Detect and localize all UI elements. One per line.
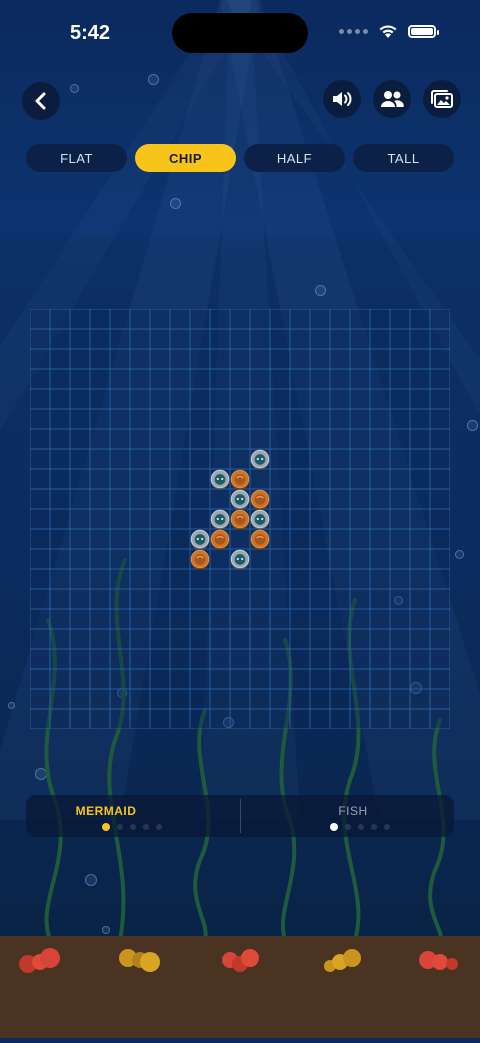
coral-decoration — [19, 948, 458, 973]
bubble-decoration — [35, 768, 47, 780]
game-board[interactable] — [30, 309, 450, 729]
progress-pip — [156, 824, 162, 830]
player-scoreboard: MERMAID FISH — [26, 795, 454, 837]
fish-piece[interactable] — [210, 469, 230, 490]
tab-tall[interactable]: TALL — [353, 144, 454, 172]
progress-pip — [143, 824, 149, 830]
progress-pip — [330, 823, 338, 831]
bubble-decoration — [170, 198, 181, 209]
tab-half[interactable]: HALF — [244, 144, 345, 172]
progress-pip — [117, 824, 123, 830]
bubble-decoration — [102, 926, 110, 934]
progress-pip — [345, 824, 351, 830]
bubble-decoration — [70, 84, 79, 93]
dynamic-island — [172, 13, 308, 53]
tab-flat[interactable]: FLAT — [26, 144, 127, 172]
mermaid-progress-pips — [102, 823, 162, 831]
back-button[interactable] — [22, 82, 60, 120]
fish-piece[interactable] — [250, 509, 270, 530]
progress-pip — [384, 824, 390, 830]
seabed — [0, 936, 480, 1038]
fish-progress-pips — [330, 823, 390, 831]
wifi-icon — [379, 25, 397, 38]
people-icon — [381, 91, 404, 107]
gallery-button[interactable] — [423, 80, 461, 118]
bubble-decoration — [455, 550, 464, 559]
mermaid-piece[interactable] — [230, 509, 250, 530]
player-name-fish: FISH — [338, 804, 368, 818]
battery-icon — [408, 25, 439, 38]
status-bar: 5:42 — [0, 0, 480, 64]
status-icons — [339, 24, 439, 39]
player-fish: FISH — [240, 795, 454, 837]
speaker-icon — [333, 92, 352, 106]
tab-chip[interactable]: CHIP — [135, 144, 236, 172]
status-time: 5:42 — [70, 22, 111, 44]
bubble-decoration — [315, 285, 326, 296]
mermaid-piece[interactable] — [210, 529, 230, 550]
player-name-mermaid: MERMAID — [75, 804, 137, 818]
fish-piece[interactable] — [250, 449, 270, 470]
bubble-decoration — [467, 420, 478, 431]
fish-piece[interactable] — [210, 509, 230, 530]
mermaid-piece[interactable] — [190, 549, 210, 570]
bubble-decoration — [85, 874, 97, 886]
mermaid-piece[interactable] — [250, 489, 270, 510]
sound-button[interactable] — [323, 80, 361, 118]
players-button[interactable] — [373, 80, 411, 118]
fish-piece[interactable] — [230, 489, 250, 510]
piece-style-tabs: FLAT CHIP HALF TALL — [26, 144, 454, 172]
mermaid-piece[interactable] — [250, 529, 270, 550]
progress-pip — [102, 823, 110, 831]
chevron-left-icon — [35, 92, 46, 110]
fish-piece[interactable] — [230, 549, 250, 570]
bubble-decoration — [8, 702, 15, 709]
player-mermaid: MERMAID — [26, 795, 240, 837]
mermaid-piece[interactable] — [230, 469, 250, 490]
fish-piece[interactable] — [190, 529, 210, 550]
photos-icon — [431, 90, 453, 108]
progress-pip — [130, 824, 136, 830]
progress-pip — [371, 824, 377, 830]
signal-icon — [339, 29, 368, 34]
bubble-decoration — [148, 74, 159, 85]
progress-pip — [358, 824, 364, 830]
